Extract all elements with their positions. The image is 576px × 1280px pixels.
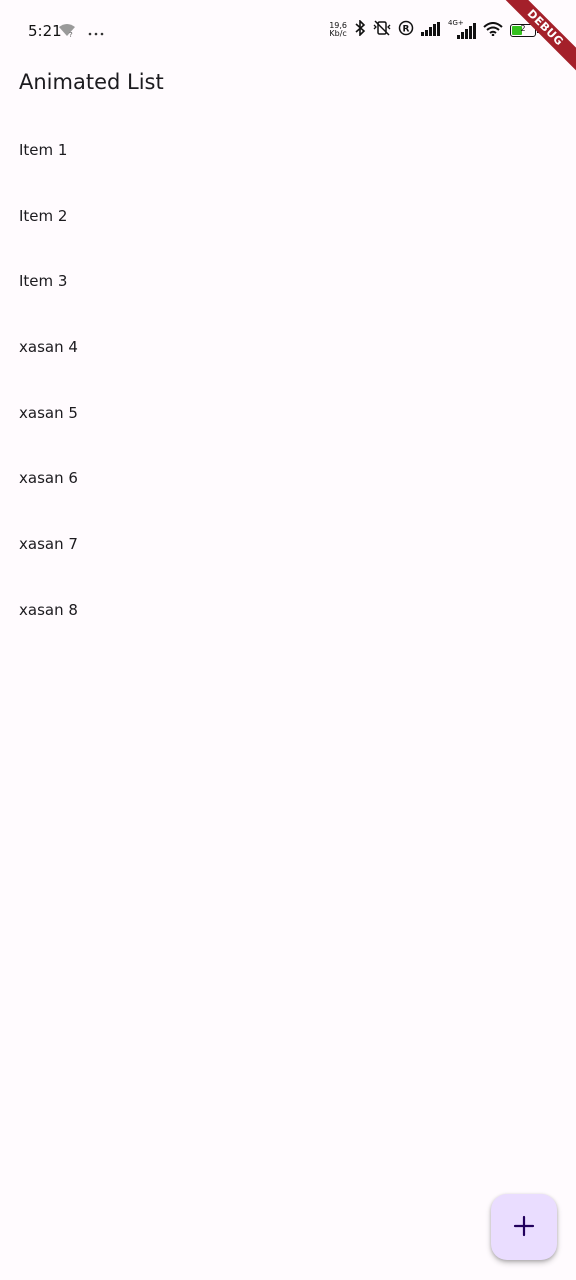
wifi-question-icon: ? [58,22,76,41]
battery-cap [537,27,539,33]
add-item-button[interactable] [491,1194,557,1260]
list-item[interactable]: xasan 5 [0,380,576,446]
vibrate-off-icon [373,20,391,40]
list-item-label: Item 3 [19,272,68,291]
signal-icon [421,21,441,40]
animated-list: Item 1 Item 2 Item 3 xasan 4 xasan 5 xasan 6 x… [0,117,576,643]
svg-text:R: R [403,25,410,35]
registered-icon: R [398,20,414,40]
more-dots-icon [88,22,104,41]
list-item[interactable]: xasan 6 [0,445,576,511]
list-item-label: xasan 4 [19,337,78,356]
status-right-icons: 19,6 Kb/c R 4G+ 2 [329,19,539,40]
wifi-icon [483,21,503,40]
bluetooth-icon [354,19,366,40]
list-item-label: Item 2 [19,206,68,225]
list-item-label: Item 1 [19,140,68,159]
net-speed-unit: Kb/c [329,29,347,38]
add-icon [513,1215,535,1240]
list-item[interactable]: xasan 4 [0,314,576,380]
list-item-label: xasan 8 [19,600,78,619]
battery-icon: 2 [510,23,539,37]
signal-4g-icon: 4G+ [448,19,476,39]
svg-text:?: ? [69,31,73,37]
battery-level: 2 [520,23,526,33]
status-time: 5:21 [28,22,62,40]
list-item-label: xasan 7 [19,534,78,553]
list-item-label: xasan 6 [19,469,78,488]
list-item[interactable]: Item 3 [0,248,576,314]
net-speed: 19,6 Kb/c [329,22,347,38]
status-bar: 5:21 ? 19,6 Kb/c R 4G+ 2 [0,0,576,62]
list-item[interactable]: Item 1 [0,117,576,183]
list-item[interactable]: xasan 7 [0,511,576,577]
list-item[interactable]: xasan 8 [0,577,576,643]
app-bar: Animated List [0,62,576,106]
list-item-label: xasan 5 [19,403,78,422]
status-left-icons: ? [58,22,104,41]
list-item[interactable]: Item 2 [0,183,576,249]
page-title: Animated List [19,70,164,94]
